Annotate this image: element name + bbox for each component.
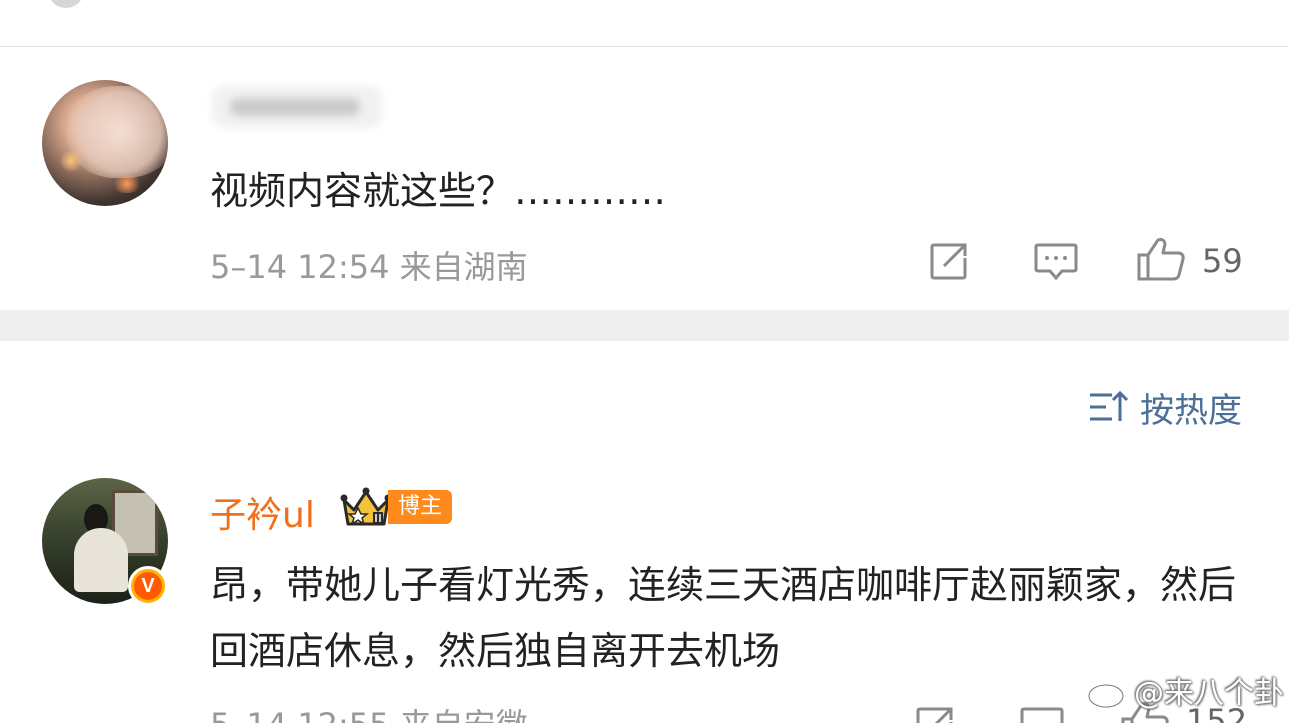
- like-count: 59: [1202, 242, 1243, 280]
- username[interactable]: 子衿ul: [210, 486, 315, 538]
- section-divider: [0, 310, 1289, 341]
- avatar-figure: [74, 528, 128, 592]
- comment-icon[interactable]: [1034, 242, 1078, 282]
- comment-text: 昂，带她儿子看灯光秀，连续三天酒店咖啡厅赵丽颖家，然后回酒店休息，然后独自离开去…: [210, 563, 1237, 673]
- verified-badge-icon: V: [128, 566, 168, 606]
- share-icon[interactable]: [916, 706, 956, 723]
- crown-icon: [340, 487, 392, 526]
- comment-meta: 5–14 12:55 来自安徽: [210, 700, 528, 723]
- weibo-logo-icon: [1087, 674, 1128, 709]
- blurred-username[interactable]: [212, 86, 382, 128]
- blogger-badge: 博主: [388, 490, 453, 524]
- back-button[interactable]: [48, 0, 84, 8]
- comment-text: 视频内容就这些？…………: [210, 169, 667, 213]
- avatar-light: [60, 150, 82, 172]
- watermark: @来八个卦: [1086, 668, 1284, 712]
- watermark-text: @来八个卦: [1134, 676, 1284, 711]
- top-nav-bar: [0, 0, 1289, 47]
- comment-screen: 视频内容就这些？………… 5–14 12:54 来自湖南 59 按热度 V 子衿…: [0, 0, 1289, 723]
- share-icon[interactable]: [930, 242, 970, 280]
- comment-icon[interactable]: [1020, 706, 1064, 723]
- sort-label: 按热度: [1140, 390, 1242, 431]
- comment-meta: 5–14 12:54 来自湖南: [210, 248, 528, 286]
- sort-toggle[interactable]: 按热度: [1088, 386, 1242, 431]
- commenter-avatar[interactable]: [42, 80, 168, 206]
- like-icon[interactable]: [1136, 236, 1186, 282]
- sort-icon: [1090, 390, 1128, 421]
- avatar-light: [112, 175, 142, 193]
